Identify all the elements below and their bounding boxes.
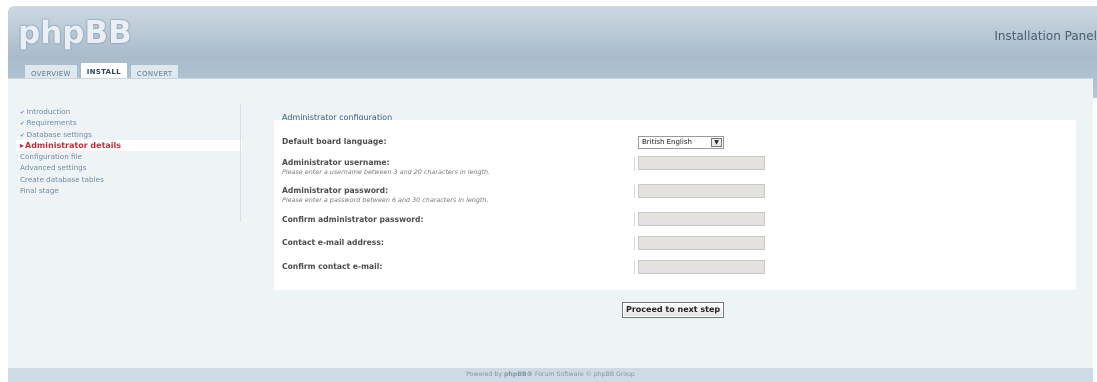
footer-post: Forum Software © phpBB Group (534, 371, 635, 378)
field-row-password: Administrator password: Please enter a p… (282, 186, 488, 204)
sidebar-item-administrator-details[interactable]: Administrator details (16, 139, 242, 152)
divider (634, 260, 635, 274)
language-label: Default board language: (282, 137, 387, 146)
password-label: Administrator password: (282, 186, 389, 195)
field-row-username: Administrator username: Please enter a u… (282, 158, 490, 176)
divider (634, 236, 635, 250)
footer-pre: Powered by (466, 371, 502, 378)
username-label: Administrator username: (282, 158, 390, 167)
sidebar-item-advanced-settings: Advanced settings (20, 163, 87, 173)
divider (634, 184, 635, 198)
proceed-button[interactable]: Proceed to next step (622, 302, 725, 318)
divider (634, 157, 635, 171)
sidebar-item-database-settings[interactable]: Database settings (16, 129, 242, 140)
field-row-confirm-email: Confirm contact e-mail: (282, 262, 382, 271)
confirm-password-label: Confirm administrator password: (282, 215, 424, 224)
sidebar-item-configuration-file: Configuration file (20, 152, 82, 162)
language-select[interactable]: British English ▼ (638, 136, 724, 149)
username-hint: Please enter a username between 3 and 20… (282, 168, 491, 176)
sidebar-item-final-stage: Final stage (20, 186, 59, 196)
footer-brand-link[interactable]: phpBB® (504, 371, 533, 378)
sidebar-item-requirements[interactable]: Requirements (16, 117, 242, 128)
sidebar-item-create-database-tables: Create database tables (20, 174, 104, 184)
email-label: Contact e-mail address: (282, 238, 384, 247)
language-select-value: British English (642, 138, 692, 146)
email-field[interactable] (638, 236, 765, 250)
password-hint: Please enter a password between 6 and 30… (282, 196, 489, 204)
field-row-confirm-password: Confirm administrator password: (282, 215, 424, 224)
chevron-down-icon[interactable]: ▼ (711, 138, 722, 147)
sidebar-menu: Introduction Requirements Database setti… (16, 106, 242, 196)
divider (634, 212, 635, 226)
confirm-email-field[interactable] (638, 260, 765, 274)
menu-divider (240, 104, 241, 222)
panel-title: Installation Panel (994, 29, 1097, 43)
admin-config-form: Default board language: British English … (274, 120, 1076, 290)
field-row-language: Default board language: (282, 137, 387, 146)
confirm-password-field[interactable] (638, 212, 765, 226)
sidebar-item-introduction[interactable]: Introduction (16, 106, 242, 117)
phpbb-logo[interactable]: phpBB (18, 15, 132, 51)
password-field[interactable] (638, 184, 765, 198)
confirm-email-label: Confirm contact e-mail: (282, 262, 383, 271)
installer-window: phpBB Installation Panel OVERVIEW INSTAL… (0, 0, 1097, 382)
username-field[interactable] (638, 156, 765, 170)
footer: Powered by phpBB® Forum Software © phpBB… (8, 368, 1093, 382)
field-row-email: Contact e-mail address: (282, 238, 384, 247)
